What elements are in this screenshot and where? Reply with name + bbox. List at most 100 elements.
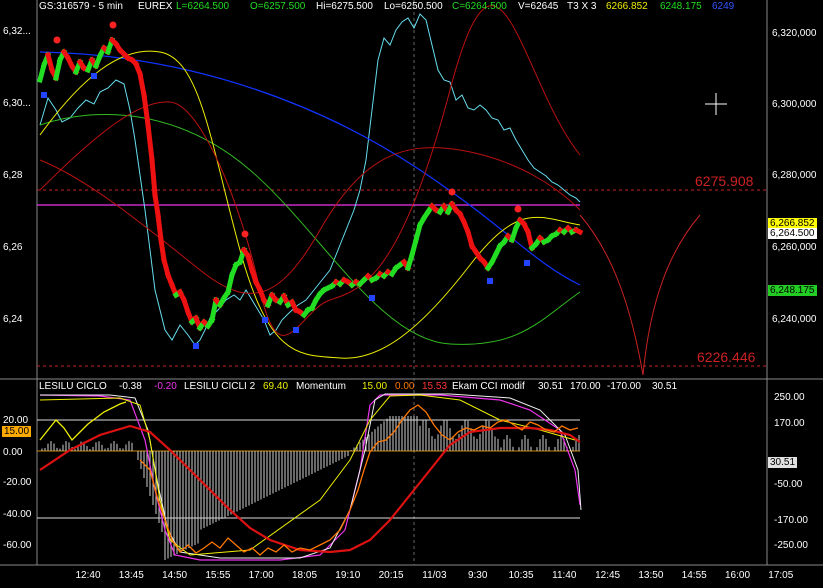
ind-right-tag: 30.51 xyxy=(768,457,798,468)
value-3: 6249 xyxy=(712,1,735,12)
time-tick-label: 17:00 xyxy=(249,570,274,581)
yellow-short-line xyxy=(39,401,127,442)
time-tick-label: 16:00 xyxy=(725,570,750,581)
indicator2-value: 69.40 xyxy=(263,381,289,392)
ind-right-tick-label: 170.00 xyxy=(774,418,805,429)
swing-high-marker xyxy=(53,36,61,44)
time-tick-label: 17:05 xyxy=(768,570,793,581)
swing-high-marker xyxy=(241,230,249,238)
indicator3-value-c: 15.53 xyxy=(422,381,448,392)
volume-value: V=62645 xyxy=(518,1,559,12)
right-tick-label: 6,300,000 xyxy=(772,99,817,110)
price-segment xyxy=(158,237,167,263)
time-tick-label: 20:15 xyxy=(379,570,404,581)
ind-left-tick-label: -60.00 xyxy=(3,540,32,551)
time-tick-label: 11/03 xyxy=(422,570,447,581)
swing-low-marker xyxy=(293,327,299,333)
mode-label: T3 X 3 xyxy=(567,1,597,12)
ind-right-tick-label: -250.00 xyxy=(774,540,808,551)
crosshair-cursor xyxy=(705,93,727,115)
right-tick-label: 6,240,000 xyxy=(772,314,817,325)
chart-canvas[interactable]: 6,32... 6,30... 6,28 6,26 6,24 6,320,000 6,30… xyxy=(0,0,823,583)
indicator4-value-c: -170.00 xyxy=(607,381,641,392)
right-indicator-axis[interactable]: 250.00 170.00 -50.00 -170.00 -250.00 xyxy=(774,392,808,551)
left-tick-label: 6,28 xyxy=(3,170,23,181)
red-indicator-line xyxy=(39,424,581,554)
price-segment xyxy=(572,226,584,236)
ind-right-tick-label: -170.00 xyxy=(774,515,808,526)
price-segment xyxy=(137,71,147,98)
price-segment xyxy=(145,122,155,163)
ind-right-tick-label: 250.00 xyxy=(774,392,805,403)
time-tick-label: 15:55 xyxy=(205,570,230,581)
indicator4-name: Ekam CCI modif xyxy=(452,381,525,392)
swing-low-marker xyxy=(41,92,47,98)
right-tick-label: 6,320,000 xyxy=(772,28,817,39)
swing-high-marker xyxy=(514,205,522,213)
ind-left-tag: 15.00 xyxy=(2,426,32,437)
price-segment xyxy=(155,212,164,243)
projection-arc xyxy=(579,214,701,376)
right-price-axis[interactable]: 6,320,000 6,300,000 6,280,000 6,260,000 6,24… xyxy=(772,28,817,325)
time-tick-label: 12:40 xyxy=(75,570,100,581)
left-price-axis[interactable]: 6,32... 6,30... 6,28 6,26 6,24 xyxy=(3,26,31,325)
time-tick-label: 10:35 xyxy=(508,570,533,581)
cyan-oscillator-line xyxy=(39,13,581,346)
red-cycle-curve-2 xyxy=(39,147,581,294)
indicator4-value-b: 170.00 xyxy=(570,381,601,392)
swing-low-marker xyxy=(369,295,375,301)
last-value: L=6264.500 xyxy=(176,1,230,12)
left-tick-label: 6,30... xyxy=(3,98,31,109)
exchange-label: EUREX xyxy=(138,1,173,12)
indicator3-value-a: 15.00 xyxy=(362,381,388,392)
time-tick-label: 13:50 xyxy=(638,570,663,581)
yellow-indicator-line xyxy=(39,394,576,556)
time-tick-label: 14:55 xyxy=(682,570,707,581)
price-line[interactable] xyxy=(36,36,584,332)
time-tick-label: 14:50 xyxy=(162,570,187,581)
left-tick-label: 6,32... xyxy=(3,26,31,37)
right-tick-label: 6,260,000 xyxy=(772,242,817,253)
value-1: 6266.852 xyxy=(606,1,648,12)
indicator3-value-b: 0.00 xyxy=(395,381,415,392)
swing-low-marker xyxy=(487,278,493,284)
swing-low-marker xyxy=(524,260,530,266)
ind-left-tick-label: 20.00 xyxy=(3,415,28,426)
time-tick-label: 11:40 xyxy=(552,570,577,581)
price-pane[interactable] xyxy=(36,5,767,376)
time-tick-label: 19:10 xyxy=(335,570,360,581)
ind-left-tick-label: -40.00 xyxy=(3,509,32,520)
indicator3-name: Momentum xyxy=(296,381,347,392)
swing-high-marker xyxy=(448,188,456,196)
indicator4-value-d: 30.51 xyxy=(652,381,678,392)
price-tag-green: 6,248.175 xyxy=(768,285,817,296)
ind-right-tick-label: -50.00 xyxy=(774,479,803,490)
low-value: Lo=6250.500 xyxy=(384,1,443,12)
swing-low-marker xyxy=(193,343,199,349)
time-tick-label: 18:05 xyxy=(292,570,317,581)
price-segment xyxy=(149,157,158,198)
price-segment xyxy=(53,57,63,81)
red-cycle-curve-1 xyxy=(39,5,581,336)
indicator1-name: LESILU CICLO xyxy=(39,381,107,392)
left-tick-label: 6,24 xyxy=(3,314,23,325)
price-tag-last: 6,264.500 xyxy=(768,228,817,239)
symbol-label: GS:316579 - 5 min xyxy=(39,1,123,12)
time-tick-label: 9:30 xyxy=(468,570,488,581)
level-low-label: 6226.446 xyxy=(697,349,756,365)
price-segment xyxy=(141,92,151,128)
time-axis[interactable]: 12:40 13:45 14:50 15:55 17:00 18:05 19:10 20:15… xyxy=(75,570,793,581)
swing-low-marker xyxy=(91,73,97,79)
indicator1-value-a: -0.38 xyxy=(119,381,142,392)
indicator2-name: LESILU CICLI 2 xyxy=(184,381,256,392)
chart-window[interactable]: 6,32... 6,30... 6,28 6,26 6,24 6,320,000 6,30… xyxy=(0,0,823,583)
indicator-pane[interactable] xyxy=(37,393,582,561)
price-segment xyxy=(152,192,161,218)
level-high-label: 6275.908 xyxy=(695,173,754,189)
swing-high-marker xyxy=(109,21,117,29)
value-2: 6248.175 xyxy=(660,1,702,12)
close-value: C=6264.500 xyxy=(452,1,507,12)
right-tick-label: 6,280,000 xyxy=(772,170,817,181)
ind-left-tick-label: -20.00 xyxy=(3,477,32,488)
left-tick-label: 6,26 xyxy=(3,242,23,253)
